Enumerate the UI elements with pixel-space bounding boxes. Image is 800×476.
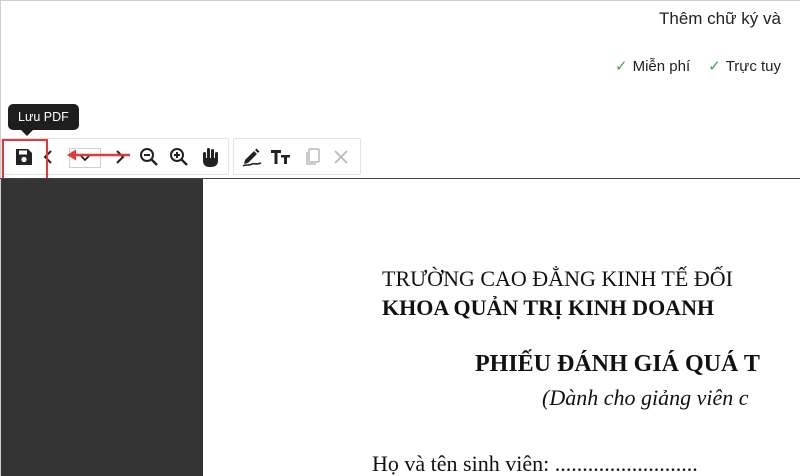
feature-item: ✓ Trực tuy — [708, 57, 782, 76]
zoom-in-button[interactable] — [167, 145, 191, 169]
sign-button[interactable] — [240, 145, 264, 169]
close-button[interactable] — [329, 145, 353, 169]
check-icon: ✓ — [708, 58, 721, 75]
zoom-in-icon — [170, 148, 188, 166]
pan-hand-button[interactable] — [198, 145, 222, 169]
page-title: Thêm chữ ký và — [659, 9, 781, 28]
copy-icon — [306, 148, 320, 165]
red-arrow-annotation — [67, 149, 130, 161]
doc-faculty-name: KHOA QUẢN TRỊ KINH DOANH — [382, 295, 715, 320]
feature-list: ✓ Miễn phí ✓ Trực tuy — [615, 57, 782, 76]
zoom-out-icon — [140, 148, 158, 166]
close-icon — [334, 150, 348, 164]
zoom-out-button[interactable] — [137, 145, 161, 169]
copy-button[interactable] — [301, 145, 325, 169]
doc-student-name-field: Họ và tên sinh viên: ...................… — [372, 451, 698, 476]
doc-form-subtitle: (Dành cho giảng viên c — [542, 385, 749, 410]
feature-label: Trực tuy — [725, 57, 782, 75]
frame-top-border — [0, 0, 800, 1]
feature-label: Miễn phí — [632, 57, 691, 75]
pdf-toolbar — [0, 138, 362, 178]
toolbar-group-edit — [233, 138, 361, 175]
pdf-page: TRƯỜNG CAO ĐẲNG KINH TẾ ĐỐI KHOA QUẢN TR… — [203, 179, 800, 476]
check-icon: ✓ — [615, 58, 628, 75]
doc-form-title: PHIẾU ĐÁNH GIÁ QUÁ T — [475, 351, 760, 377]
sign-pen-icon — [242, 148, 262, 167]
save-button-highlight — [2, 139, 48, 180]
feature-item: ✓ Miễn phí — [615, 57, 691, 76]
doc-school-name: TRƯỜNG CAO ĐẲNG KINH TẾ ĐỐI — [382, 266, 733, 291]
hand-pan-icon — [203, 148, 218, 167]
thumbnail-sidebar — [1, 179, 203, 476]
text-tool-icon — [271, 150, 290, 164]
save-tooltip: Lưu PDF — [8, 104, 79, 136]
text-tool-button[interactable] — [269, 145, 293, 169]
